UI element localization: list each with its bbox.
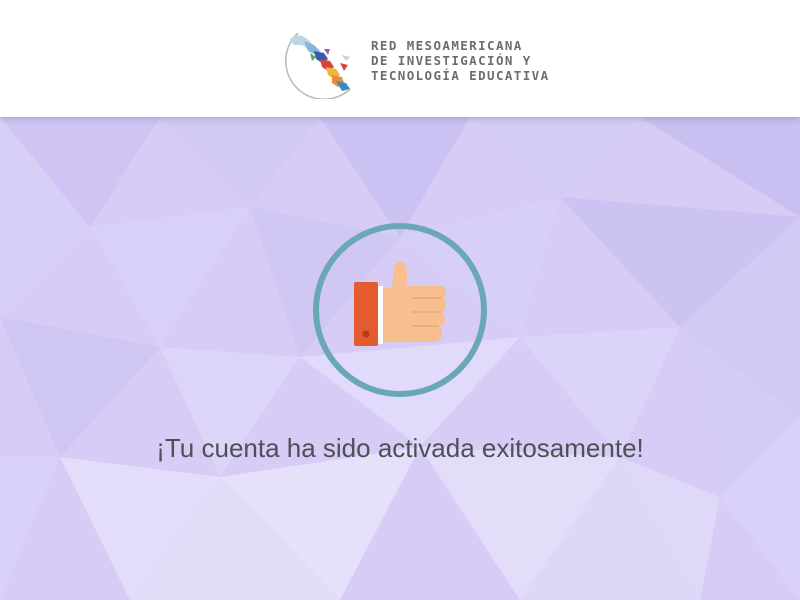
mesoamerica-map-logo-icon — [285, 32, 351, 99]
success-message: ¡Tu cuenta ha sido activada exitosamente… — [156, 433, 644, 463]
logo-line-3: TECNOLOGÍA EDUCATIVA — [371, 68, 550, 83]
activation-page: RED MESOAMERICANA DE INVESTIGACIÓN Y TEC… — [0, 0, 800, 600]
logo-line-2: DE INVESTIGACIÓN Y — [371, 53, 532, 68]
thumbs-up-icon — [354, 261, 446, 346]
thumbs-up-badge — [313, 223, 487, 397]
header: RED MESOAMERICANA DE INVESTIGACIÓN Y TEC… — [0, 0, 800, 117]
logo-text: RED MESOAMERICANA DE INVESTIGACIÓN Y TEC… — [371, 38, 550, 83]
logo-line-1: RED MESOAMERICANA — [371, 38, 523, 53]
logo[interactable]: RED MESOAMERICANA DE INVESTIGACIÓN Y TEC… — [280, 19, 548, 99]
